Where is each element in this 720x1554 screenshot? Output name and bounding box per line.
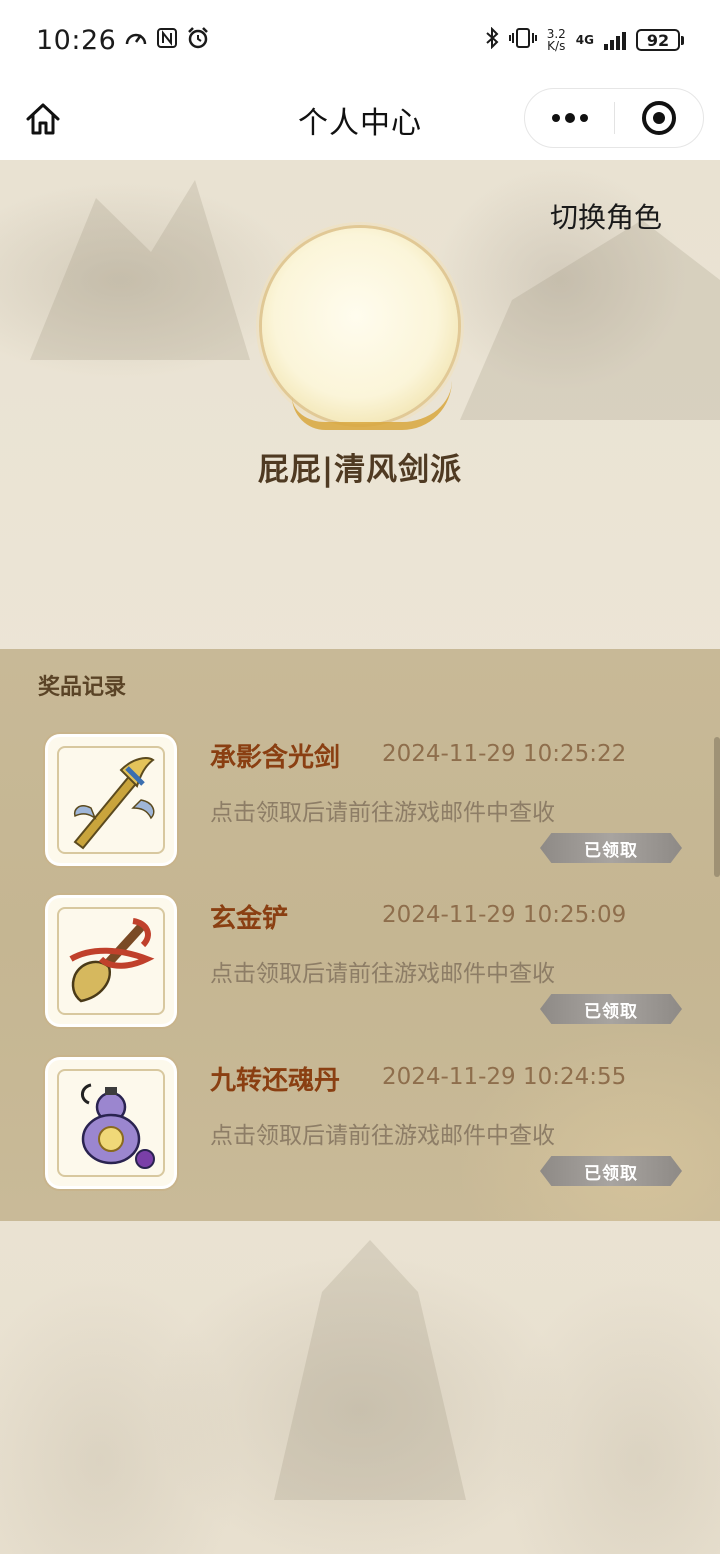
prize-record: 九转还魂丹 2024-11-29 10:24:55 点击领取后请前往游戏邮件中查… bbox=[0, 1060, 720, 1220]
network-type: 4G bbox=[575, 33, 594, 47]
nfc-icon bbox=[156, 27, 178, 54]
mini-program-capsule bbox=[524, 88, 704, 148]
net-speed-unit: K/s bbox=[547, 39, 566, 53]
vibrate-icon bbox=[508, 27, 537, 54]
background-silhouette bbox=[274, 1240, 466, 1500]
signal-icon bbox=[604, 30, 626, 50]
target-icon bbox=[642, 101, 676, 135]
item-description: 点击领取后请前往游戏邮件中查收 bbox=[210, 1123, 555, 1149]
home-button[interactable] bbox=[22, 98, 64, 140]
title-bar: 个人中心 bbox=[0, 80, 720, 160]
close-button[interactable] bbox=[615, 101, 703, 135]
prize-record: 玄金铲 2024-11-29 10:25:09 点击领取后请前往游戏邮件中查收 … bbox=[0, 898, 720, 1058]
claimed-badge[interactable]: 已领取 bbox=[540, 994, 682, 1024]
alarm-icon bbox=[186, 26, 210, 55]
prize-record: 承影含光剑 2024-11-29 10:25:22 点击领取后请前往游戏邮件中查… bbox=[0, 737, 720, 897]
item-time: 2024-11-29 10:24:55 bbox=[382, 1064, 627, 1090]
item-time: 2024-11-29 10:25:09 bbox=[382, 902, 627, 928]
home-icon bbox=[26, 103, 60, 135]
item-description: 点击领取后请前往游戏邮件中查收 bbox=[210, 961, 555, 987]
bluetooth-icon bbox=[485, 26, 499, 54]
status-time: 10:26 bbox=[36, 24, 117, 56]
more-button[interactable] bbox=[525, 89, 614, 147]
item-image-card bbox=[48, 1060, 174, 1186]
status-left: 10:26 bbox=[36, 25, 210, 56]
item-name: 承影含光剑 bbox=[210, 743, 341, 773]
item-image-card bbox=[48, 737, 174, 863]
shovel-icon bbox=[69, 918, 155, 1003]
sword-icon bbox=[73, 757, 155, 850]
claimed-badge[interactable]: 已领取 bbox=[540, 1156, 682, 1186]
item-image-card bbox=[48, 898, 174, 1024]
status-bar: 10:26 3.2 K/s 4G 92 bbox=[0, 0, 720, 80]
username: 屁屁|清风剑派 bbox=[257, 452, 463, 488]
item-name: 九转还魂丹 bbox=[210, 1066, 341, 1096]
net-speed: 3.2 K/s bbox=[547, 28, 566, 52]
page-title: 个人中心 bbox=[298, 106, 422, 141]
prize-records-panel: 奖品记录 承影含光剑 2024-11-29 10:25:22 点击领取后请前往游… bbox=[0, 649, 720, 1221]
section-title: 奖品记录 bbox=[38, 674, 127, 700]
switch-role-button[interactable]: 切换角色 bbox=[550, 196, 662, 236]
gourd-icon bbox=[81, 1083, 155, 1169]
item-time: 2024-11-29 10:25:22 bbox=[382, 741, 627, 767]
item-description: 点击领取后请前往游戏邮件中查收 bbox=[210, 800, 555, 826]
battery-level: 92 bbox=[636, 29, 680, 51]
speedometer-icon bbox=[124, 27, 148, 54]
battery-icon: 92 bbox=[636, 29, 684, 51]
claimed-badge[interactable]: 已领取 bbox=[540, 833, 682, 863]
avatar-frame-decoration bbox=[292, 380, 452, 430]
background-mountain bbox=[30, 180, 250, 360]
status-right: 3.2 K/s 4G 92 bbox=[485, 26, 684, 54]
item-name: 玄金铲 bbox=[210, 904, 289, 934]
background-building bbox=[460, 220, 720, 420]
